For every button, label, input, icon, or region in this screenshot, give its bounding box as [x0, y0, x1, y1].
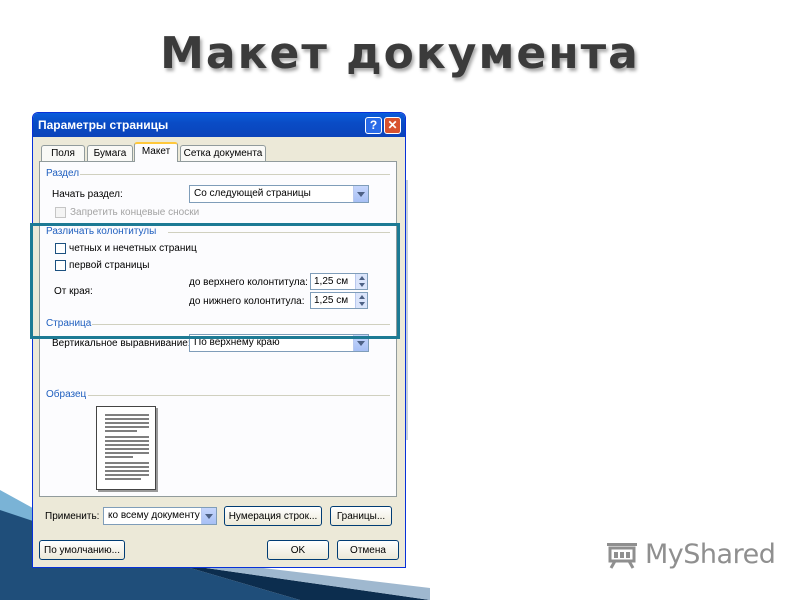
- dialog-title: Параметры страницы: [38, 118, 169, 132]
- section-group-label: Раздел: [46, 168, 80, 179]
- suppress-endnotes-checkbox[interactable]: [55, 207, 66, 218]
- suppress-endnotes-label: Запретить концевые сноски: [70, 207, 200, 218]
- chevron-down-icon[interactable]: [201, 508, 216, 524]
- chevron-down-icon[interactable]: [353, 186, 368, 202]
- apply-to-select[interactable]: ко всему документу: [103, 507, 217, 525]
- ok-button[interactable]: OK: [267, 540, 329, 560]
- watermark-text: MyShared: [645, 538, 776, 570]
- highlight-frame: [30, 223, 400, 339]
- tab-layout[interactable]: Макет: [134, 142, 178, 162]
- section-start-label: Начать раздел:: [52, 189, 123, 200]
- presentation-logo-icon: [607, 543, 637, 569]
- borders-button[interactable]: Границы...: [330, 506, 392, 526]
- close-button[interactable]: ✕: [384, 116, 401, 134]
- section-divider: [80, 174, 390, 175]
- line-numbers-button[interactable]: Нумерация строк...: [224, 506, 322, 526]
- section-start-select[interactable]: Со следующей страницы: [189, 185, 369, 203]
- vertical-align-label: Вертикальное выравнивание:: [52, 338, 191, 349]
- page-preview: [96, 406, 156, 490]
- preview-group-label: Образец: [46, 389, 87, 400]
- tab-margins[interactable]: Поля: [41, 145, 85, 162]
- default-button[interactable]: По умолчанию...: [39, 540, 125, 560]
- section-start-value: Со следующей страницы: [194, 188, 311, 199]
- tab-paper[interactable]: Бумага: [87, 145, 133, 162]
- apply-to-value: ко всему документу: [108, 510, 200, 521]
- tab-document-grid[interactable]: Сетка документа: [180, 145, 266, 162]
- watermark: MyShared: [605, 538, 776, 570]
- dialog-titlebar[interactable]: Параметры страницы ? ✕: [33, 113, 405, 137]
- slide-title: Макет документа: [160, 28, 640, 79]
- page-setup-dialog: Параметры страницы ? ✕ Поля Бумага Макет…: [32, 112, 406, 568]
- apply-to-label: Применить:: [45, 511, 100, 522]
- preview-divider: [88, 395, 390, 396]
- cancel-button[interactable]: Отмена: [337, 540, 399, 560]
- help-button[interactable]: ?: [365, 116, 382, 134]
- preview-page-lines-icon: [105, 414, 149, 480]
